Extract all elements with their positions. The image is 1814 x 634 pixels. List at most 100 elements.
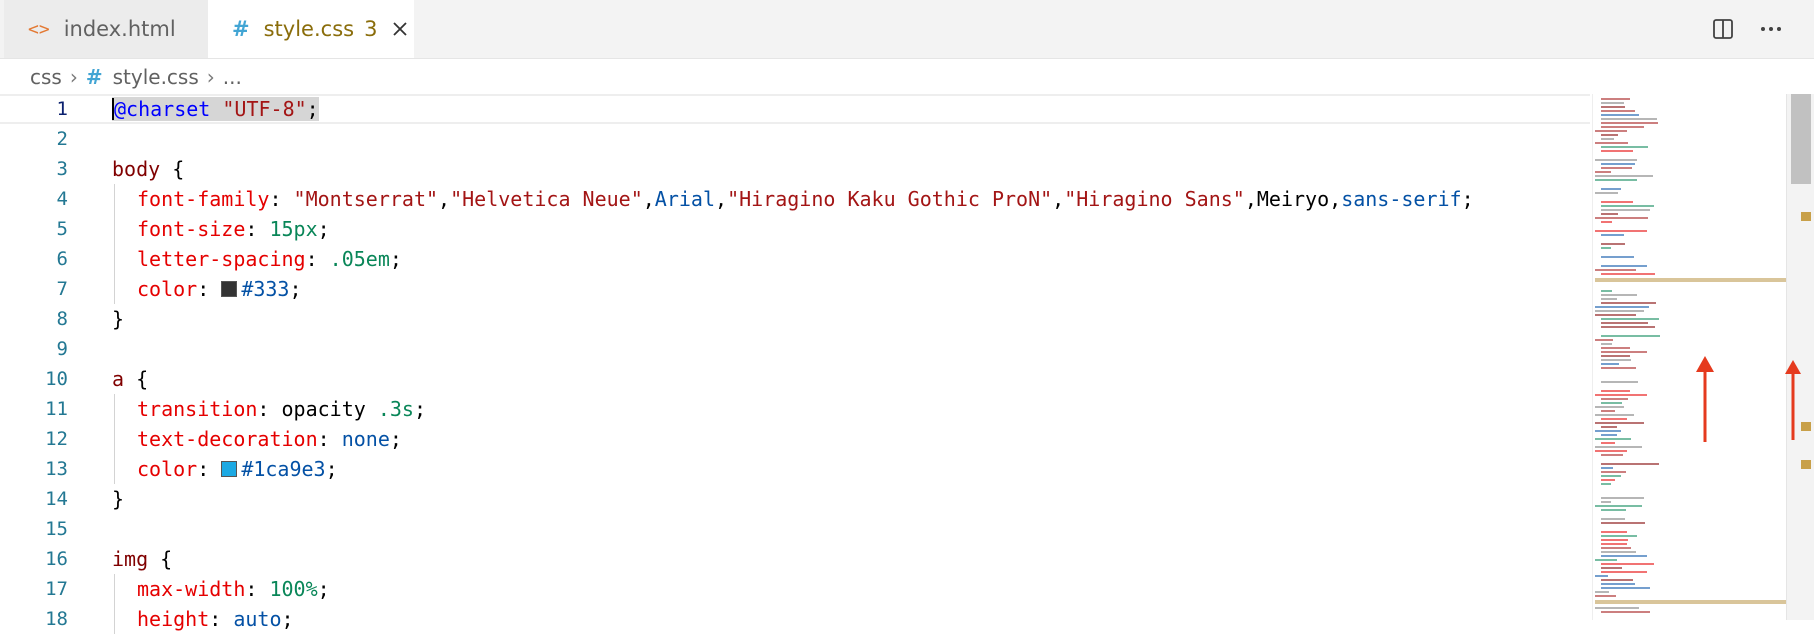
vertical-scrollbar[interactable] <box>1785 94 1814 620</box>
minimap-code-line <box>1601 256 1634 258</box>
line-number: 12 <box>45 428 68 450</box>
line-number: 5 <box>56 218 68 240</box>
indent-guide <box>114 604 115 634</box>
code-line[interactable]: 10 a { <box>0 364 1590 394</box>
minimap-code-line <box>1595 422 1644 424</box>
code-text: font-size: 15px; <box>137 217 330 241</box>
minimap-code-line <box>1601 442 1615 444</box>
code-line[interactable]: 2 <box>0 124 1590 154</box>
chevron-right-icon: › <box>69 65 78 89</box>
minimap-code-line <box>1601 201 1633 203</box>
minimap-code-line <box>1601 583 1635 585</box>
css-file-icon: # <box>232 17 250 41</box>
minimap-code-line <box>1595 505 1642 507</box>
minimap-code-line <box>1595 175 1653 177</box>
code-text: color: #333; <box>137 277 302 301</box>
minimap-code-line <box>1601 335 1660 337</box>
scrollbar-thumb[interactable] <box>1791 94 1811 184</box>
indent-guide <box>114 394 115 424</box>
minimap-code-line <box>1595 217 1648 219</box>
minimap-code-line <box>1601 347 1630 349</box>
code-editor[interactable]: 1 @charset "UTF-8"; 2 3 body { 4 font-fa… <box>0 94 1590 634</box>
minimap-code-line <box>1601 122 1658 124</box>
minimap-code-line <box>1601 547 1631 549</box>
minimap-code-line <box>1595 394 1647 396</box>
breadcrumb: css › # style.css › ... <box>30 62 242 92</box>
minimap-code-line <box>1595 450 1627 452</box>
code-line[interactable]: 12 text-decoration: none; <box>0 424 1590 454</box>
tab-style-css[interactable]: # style.css 3 <box>208 0 414 58</box>
minimap-code-line <box>1601 454 1623 456</box>
close-icon[interactable] <box>391 20 409 38</box>
minimap-code-line <box>1601 410 1615 412</box>
minimap-code-line <box>1601 567 1622 569</box>
minimap-code-line <box>1601 343 1612 345</box>
minimap-code-line <box>1601 381 1638 383</box>
minimap-code-line <box>1601 531 1627 533</box>
code-text: transition: opacity .3s; <box>137 397 427 421</box>
minimap-code-line <box>1601 471 1626 473</box>
color-swatch[interactable] <box>221 461 238 477</box>
minimap-code-line <box>1595 179 1637 181</box>
minimap-code-line <box>1601 418 1627 420</box>
code-line[interactable]: 1 @charset "UTF-8"; <box>0 94 1590 124</box>
code-line[interactable]: 11 transition: opacity .3s; <box>0 394 1590 424</box>
minimap-code-line <box>1601 543 1627 545</box>
minimap-code-line <box>1601 126 1644 128</box>
breadcrumb-file[interactable]: style.css <box>113 65 199 89</box>
line-number: 8 <box>56 308 68 330</box>
minimap-code-line <box>1601 509 1626 511</box>
line-number: 14 <box>45 488 68 510</box>
code-line[interactable]: 16 img { <box>0 544 1590 574</box>
minimap-code-line <box>1601 497 1644 499</box>
code-line[interactable]: 7 color: #333; <box>0 274 1590 304</box>
code-line[interactable]: 9 <box>0 334 1590 364</box>
minimap-code-line <box>1601 114 1639 116</box>
minimap-code-line <box>1601 390 1630 392</box>
code-line[interactable]: 18 height: auto; <box>0 604 1590 634</box>
code-text: height: auto; <box>137 607 294 631</box>
line-number: 7 <box>56 278 68 300</box>
code-line[interactable]: 5 font-size: 15px; <box>0 214 1590 244</box>
split-editor-icon[interactable] <box>1710 16 1736 42</box>
minimap[interactable] <box>1592 94 1789 620</box>
minimap-code-line <box>1595 192 1618 194</box>
code-line[interactable]: 14 } <box>0 484 1590 514</box>
minimap-code-line <box>1595 591 1609 593</box>
line-number: 1 <box>56 98 68 120</box>
line-number: 4 <box>56 188 68 210</box>
minimap-code-line <box>1601 322 1648 324</box>
minimap-code-line <box>1601 355 1630 357</box>
editor-actions <box>1710 16 1784 42</box>
code-text: } <box>112 487 125 511</box>
minimap-code-line <box>1595 595 1616 597</box>
code-text: color: #1ca9e3; <box>137 457 338 481</box>
minimap-code-line <box>1601 611 1650 613</box>
color-swatch[interactable] <box>221 281 238 297</box>
code-text: body { <box>112 157 185 181</box>
minimap-code-line <box>1601 326 1655 328</box>
line-number: 11 <box>45 398 68 420</box>
line-number: 10 <box>45 368 68 390</box>
code-line[interactable]: 6 letter-spacing: .05em; <box>0 244 1590 274</box>
more-actions-icon[interactable] <box>1758 16 1784 42</box>
breadcrumb-more[interactable]: ... <box>223 65 242 89</box>
code-line[interactable]: 8 } <box>0 304 1590 334</box>
code-line[interactable]: 17 max-width: 100%; <box>0 574 1590 604</box>
code-line[interactable]: 3 body { <box>0 154 1590 184</box>
minimap-code-line <box>1601 118 1657 120</box>
minimap-code-line <box>1601 518 1625 520</box>
minimap-section-divider <box>1595 278 1789 282</box>
minimap-code-line <box>1601 265 1647 267</box>
breadcrumb-folder[interactable]: css <box>30 65 62 89</box>
red-arrow-up-icon <box>1785 360 1801 440</box>
minimap-code-line <box>1601 426 1617 428</box>
code-line[interactable]: 4 font-family: "Montserrat","Helvetica N… <box>0 184 1590 214</box>
minimap-code-line <box>1601 434 1617 436</box>
minimap-code-line <box>1595 171 1611 173</box>
minimap-code-line <box>1595 438 1631 440</box>
tab-index-html[interactable]: <> index.html <box>4 0 208 58</box>
code-line[interactable]: 13 color: #1ca9e3; <box>0 454 1590 484</box>
minimap-code-line <box>1601 302 1656 304</box>
code-line[interactable]: 15 <box>0 514 1590 544</box>
